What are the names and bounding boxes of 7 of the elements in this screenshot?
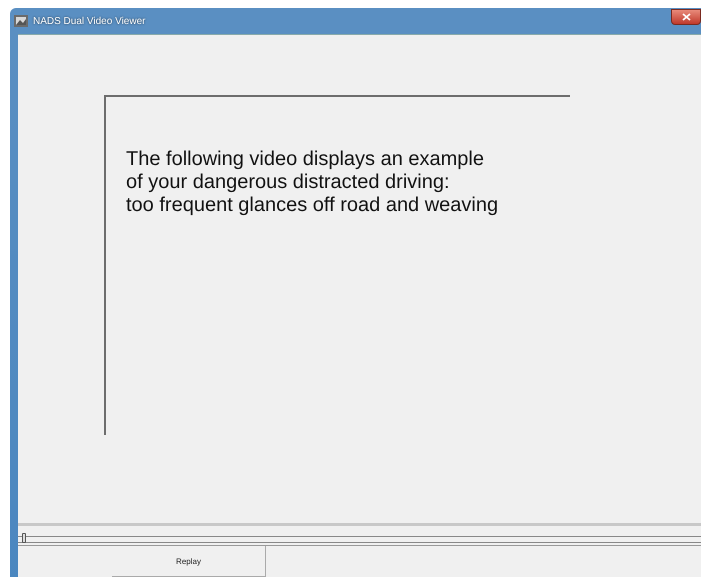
- close-icon: [682, 13, 690, 21]
- message-text: The following video displays an example of your dangerous distracted driving: too frequent glances off road and weaving: [126, 148, 500, 217]
- slider-track[interactable]: [18, 536, 701, 543]
- window-title: NADS Dual Video Viewer: [33, 16, 146, 26]
- slider-thumb[interactable]: [22, 533, 26, 543]
- close-button[interactable]: [671, 9, 701, 25]
- replay-button[interactable]: Replay: [112, 546, 266, 577]
